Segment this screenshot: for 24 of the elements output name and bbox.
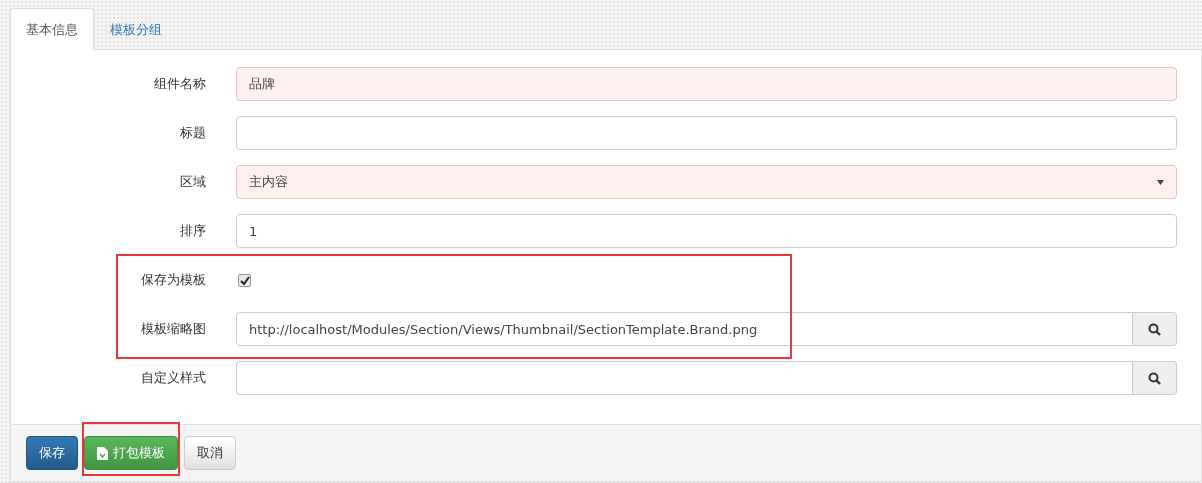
text-field[interactable]: 1: [236, 214, 1177, 248]
tab[interactable]: 基本信息: [10, 8, 94, 50]
field-label: 保存为模板: [140, 271, 206, 289]
text-field[interactable]: http://localhost/Modules/Section/Views/Thumbnail/SectionTemplate.Brand.png: [236, 312, 1133, 346]
search-button[interactable]: [1133, 361, 1177, 395]
search-icon: [1148, 322, 1161, 336]
field-label: 自定义样式: [140, 369, 206, 387]
text-field[interactable]: [236, 116, 1177, 150]
field-label: 标题: [179, 124, 206, 142]
field-label: 模板缩略图: [140, 320, 206, 338]
caret-icon: [1157, 179, 1164, 185]
file-icon: [97, 446, 108, 460]
text-field[interactable]: [236, 361, 1133, 395]
text-field[interactable]: 品牌: [236, 67, 1177, 101]
field-label: 区域: [179, 173, 206, 191]
tab[interactable]: 模板分组: [94, 8, 178, 50]
checkbox[interactable]: [238, 273, 251, 287]
button[interactable]: 取消: [184, 436, 236, 470]
field-label: 排序: [179, 222, 206, 240]
search-button[interactable]: [1133, 312, 1177, 346]
field-label: 组件名称: [153, 75, 206, 93]
button[interactable]: 保存: [26, 436, 78, 470]
select-field[interactable]: 主内容: [236, 165, 1177, 199]
search-icon: [1148, 371, 1161, 385]
